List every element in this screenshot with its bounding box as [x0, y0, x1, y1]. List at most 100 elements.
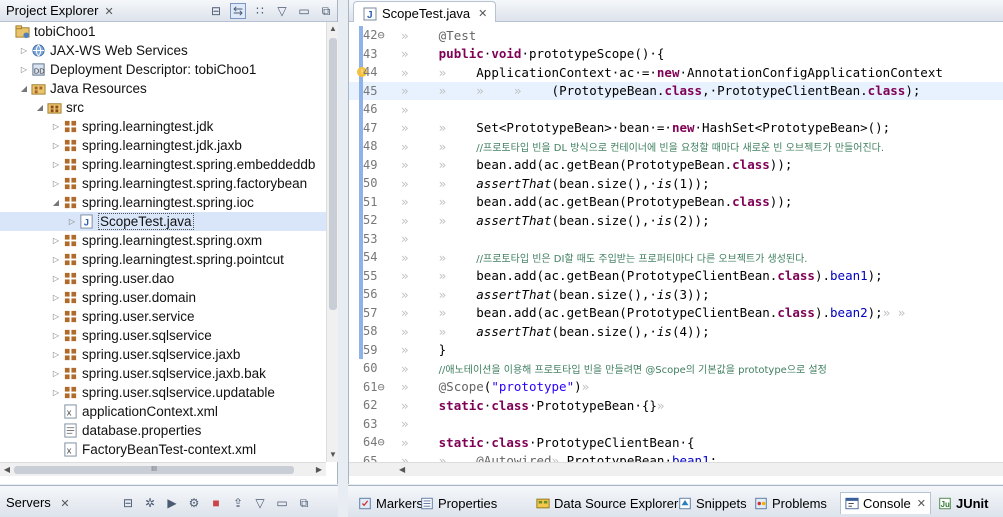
expand-toggle-icon[interactable]: ▷: [50, 141, 62, 150]
code-line[interactable]: 46 »: [349, 100, 1003, 119]
publish-server-icon[interactable]: ⇪: [230, 495, 246, 511]
expand-toggle-icon[interactable]: ▷: [50, 388, 62, 397]
tree-item[interactable]: ▷ spring.user.dao: [0, 269, 326, 288]
code-line[interactable]: 62 » static·class·PrototypeBean·{}»: [349, 396, 1003, 415]
tree-item[interactable]: ▷ spring.learningtest.spring.embeddeddb: [0, 155, 326, 174]
tree-item[interactable]: ▷ spring.learningtest.jdk.jaxb: [0, 136, 326, 155]
tree-item[interactable]: tobiChoo1: [0, 22, 326, 41]
code-line[interactable]: 55 » » bean.add(ac.getBean(PrototypeClien…: [349, 266, 1003, 285]
maximize-icon[interactable]: ⧉: [296, 495, 312, 511]
expand-toggle-icon[interactable]: ▷: [50, 179, 62, 188]
code-line[interactable]: 65 » » @Autowired» PrototypeBean·bean1;: [349, 452, 1003, 462]
stop-server-icon[interactable]: ■: [208, 495, 224, 511]
code-area[interactable]: 42⊖ » @Test 43 » public·void·prototypeScope…: [349, 22, 1003, 462]
tab-properties[interactable]: Properties: [420, 494, 497, 513]
tab-data-source-explorer[interactable]: Data Source Explorer: [536, 494, 678, 513]
tree-item[interactable]: ◢ spring.learningtest.spring.ioc: [0, 193, 326, 212]
collapse-all-icon[interactable]: ⊟: [120, 495, 136, 511]
profile-server-icon[interactable]: ⚙: [186, 495, 202, 511]
code-line[interactable]: 58 » » assertThat(bean.size(),·is(4));: [349, 322, 1003, 341]
minimize-icon[interactable]: ▭: [274, 495, 290, 511]
editor-horizontal-scrollbar[interactable]: ◀: [349, 462, 1003, 476]
tree-item[interactable]: ▷ spring.user.sqlservice.updatable: [0, 383, 326, 402]
code-line[interactable]: 63 »: [349, 415, 1003, 434]
maximize-icon[interactable]: ⧉: [318, 3, 334, 19]
tab-problems[interactable]: Problems: [754, 494, 827, 513]
code-line[interactable]: 48 » » //프로토타입 빈을 DL 방식으로 컨테이너에 빈을 요청할 때마…: [349, 137, 1003, 156]
code-line[interactable]: 61⊖ » @Scope("prototype")»: [349, 378, 1003, 397]
scrollbar-thumb[interactable]: III: [14, 466, 294, 474]
tree-item[interactable]: ▷ spring.learningtest.spring.factorybean: [0, 174, 326, 193]
tree-item[interactable]: ▷ DD Deployment Descriptor: tobiChoo1: [0, 60, 326, 79]
code-line[interactable]: 50 » » assertThat(bean.size(),·is(1));: [349, 174, 1003, 193]
close-icon[interactable]: ✕: [917, 497, 926, 510]
close-icon[interactable]: ✕: [478, 7, 487, 20]
code-line[interactable]: 52 » » assertThat(bean.size(),·is(2));: [349, 211, 1003, 230]
code-line[interactable]: 56 » » assertThat(bean.size(),·is(3));: [349, 285, 1003, 304]
tree-item[interactable]: ▷ spring.user.service: [0, 307, 326, 326]
expand-toggle-icon[interactable]: ▷: [50, 312, 62, 321]
editor-tab-scopetest[interactable]: J ScopeTest.java ✕: [353, 1, 497, 22]
code-line[interactable]: 45 » » » » (PrototypeBean.class,·Prototyp…: [349, 81, 1003, 100]
project-tree-vertical-scrollbar[interactable]: ▲ ▼: [326, 22, 338, 462]
tab-console[interactable]: Console ✕: [840, 492, 931, 514]
minimize-icon[interactable]: ▭: [296, 3, 312, 19]
tree-item[interactable]: ▷ spring.learningtest.spring.oxm: [0, 231, 326, 250]
tree-item[interactable]: ▷ spring.learningtest.jdk: [0, 117, 326, 136]
tree-item[interactable]: ◢ src: [0, 98, 326, 117]
close-icon[interactable]: ✕: [104, 6, 113, 18]
expand-toggle-icon[interactable]: ▷: [50, 369, 62, 378]
tree-item[interactable]: ▷ spring.user.sqlservice.jaxb.bak: [0, 364, 326, 383]
tree-item[interactable]: ▷ J ScopeTest.java: [0, 212, 326, 231]
code-line[interactable]: 64⊖ » static·class·PrototypeClientBean·{: [349, 433, 1003, 452]
expand-toggle-icon[interactable]: ▷: [50, 160, 62, 169]
expand-toggle-icon[interactable]: ▷: [50, 331, 62, 340]
code-line[interactable]: 54 » » //프로토타입 빈은 DI할 때도 주입받는 프로퍼티마다 다른 오…: [349, 248, 1003, 267]
code-line[interactable]: 43 » public·void·prototypeScope()·{: [349, 44, 1003, 63]
tree-item[interactable]: ▷ spring.user.sqlservice: [0, 326, 326, 345]
view-menu-chevron-icon[interactable]: ▽: [274, 3, 290, 19]
expand-toggle-icon[interactable]: ▷: [50, 293, 62, 302]
code-line[interactable]: 42⊖ » @Test: [349, 26, 1003, 45]
scroll-right-arrow-icon[interactable]: ▶: [312, 463, 326, 477]
servers-tab[interactable]: Servers ✕: [6, 495, 70, 510]
expand-toggle-icon[interactable]: ▷: [50, 255, 62, 264]
tree-item[interactable]: database.properties: [0, 421, 326, 440]
expand-toggle-icon[interactable]: ▷: [18, 65, 30, 74]
scroll-left-arrow-icon[interactable]: ◀: [399, 463, 405, 477]
tab-markers[interactable]: Markers: [358, 494, 423, 513]
code-line[interactable]: 59 » }: [349, 340, 1003, 359]
expand-toggle-icon[interactable]: ▷: [66, 217, 78, 226]
expand-toggle-icon[interactable]: ◢: [50, 198, 62, 207]
view-menu-dots-icon[interactable]: ∷: [252, 3, 268, 19]
code-line[interactable]: 49 » » bean.add(ac.getBean(PrototypeBean.…: [349, 155, 1003, 174]
expand-toggle-icon[interactable]: ▷: [18, 46, 30, 55]
collapse-all-icon[interactable]: ⊟: [208, 3, 224, 19]
scroll-left-arrow-icon[interactable]: ◀: [0, 463, 14, 477]
scrollbar-thumb[interactable]: [329, 38, 337, 310]
expand-toggle-icon[interactable]: ▷: [50, 274, 62, 283]
expand-toggle-icon[interactable]: ▷: [50, 236, 62, 245]
project-explorer-tab[interactable]: Project Explorer ✕: [6, 3, 114, 18]
tree-item[interactable]: ◢ Java Resources: [0, 79, 326, 98]
tab-snippets[interactable]: Snippets: [678, 494, 747, 513]
view-menu-chevron-icon[interactable]: ▽: [252, 495, 268, 511]
expand-toggle-icon[interactable]: ▷: [50, 350, 62, 359]
code-line[interactable]: ! 44» » ApplicationContext·ac·=·new·Annot…: [349, 63, 1003, 82]
close-icon[interactable]: ✕: [60, 498, 69, 510]
link-with-editor-icon[interactable]: ⇆: [230, 3, 246, 19]
tree-item[interactable]: ▷ spring.user.sqlservice.jaxb: [0, 345, 326, 364]
code-line[interactable]: 60 » //애노테이션을 이용해 프로토타입 빈을 만들려면 @Scope의 기…: [349, 359, 1003, 378]
tree-item[interactable]: ▷ spring.learningtest.spring.pointcut: [0, 250, 326, 269]
start-server-icon[interactable]: ▶: [164, 495, 180, 511]
code-line[interactable]: 47 » » Set<PrototypeBean>·bean·=·new·Hash…: [349, 118, 1003, 137]
project-tree-horizontal-scrollbar[interactable]: ◀ III ▶: [0, 462, 326, 476]
code-line[interactable]: 51 » » bean.add(ac.getBean(PrototypeBean.…: [349, 192, 1003, 211]
scroll-up-arrow-icon[interactable]: ▲: [327, 22, 339, 36]
expand-toggle-icon[interactable]: ◢: [34, 103, 46, 112]
debug-server-icon[interactable]: ✲: [142, 495, 158, 511]
tree-item[interactable]: ▷ spring.user.domain: [0, 288, 326, 307]
tree-item[interactable]: x applicationContext.xml: [0, 402, 326, 421]
tree-item[interactable]: ▷ JAX-WS Web Services: [0, 41, 326, 60]
tab-junit[interactable]: Ju JUnit: [938, 494, 989, 513]
